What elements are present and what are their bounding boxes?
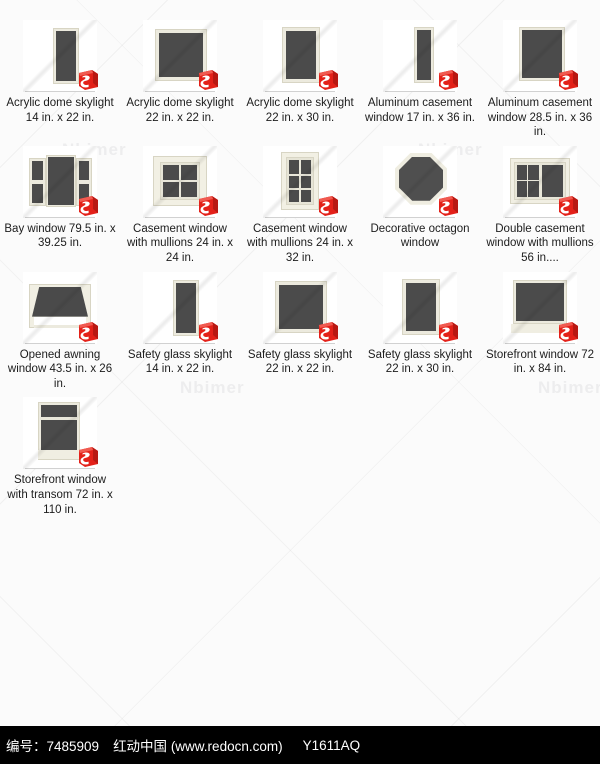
thumbnail-image[interactable] — [503, 271, 578, 344]
thumbnail-caption: Opened awning window 43.5 in. x 26 in. — [7, 348, 113, 390]
thumbnail-image[interactable] — [503, 145, 578, 218]
sketchup-logo-icon — [195, 194, 221, 220]
thumbnail-image[interactable] — [383, 20, 458, 92]
thumbnail-cell[interactable]: Decorative octagon window — [360, 145, 480, 266]
thumbnail-image[interactable] — [263, 271, 338, 344]
sketchup-logo-icon — [195, 68, 221, 94]
thumbnail-image[interactable] — [263, 20, 338, 92]
thumbnail-image[interactable] — [383, 145, 458, 218]
thumbnail-caption: Acrylic dome skylight 22 in. x 22 in. — [126, 97, 234, 124]
footer-code-label: Y1611AQ — [302, 737, 361, 753]
thumbnail-cell[interactable]: Aluminum casement window 28.5 in. x 36 i… — [480, 20, 600, 140]
thumbnail-cell[interactable]: Double casement window with mullions 56 … — [480, 145, 600, 266]
sketchup-logo-icon — [315, 194, 341, 220]
thumbnail-image[interactable] — [503, 20, 578, 92]
sketchup-logo-icon — [75, 194, 101, 220]
thumbnail-caption: Casement window with mullions 24 in. x 2… — [126, 222, 234, 264]
thumbnail-cell[interactable]: Safety glass skylight 14 in. x 22 in. — [120, 271, 240, 392]
thumbnail-caption: Bay window 79.5 in. x 39.25 in. — [4, 222, 116, 250]
thumbnail-caption: Decorative octagon window — [370, 222, 470, 250]
sketchup-logo-icon — [75, 445, 101, 471]
thumbnail-image[interactable] — [23, 271, 98, 344]
sketchup-logo-icon — [555, 194, 581, 220]
thumbnail-caption: Acrylic dome skylight 22 in. x 30 in. — [246, 97, 354, 124]
thumbnail-image[interactable] — [383, 271, 458, 344]
thumbnail-caption: Storefront window 72 in. x 84 in. — [485, 348, 595, 376]
thumbnail-image[interactable] — [143, 145, 218, 218]
thumbnail-cell[interactable]: Acrylic dome skylight 14 in. x 22 in. — [0, 20, 120, 140]
thumbnail-image[interactable] — [23, 20, 98, 92]
thumbnail-cell[interactable]: Acrylic dome skylight 22 in. x 22 in. — [120, 20, 240, 140]
thumbnail-caption: Safety glass skylight 22 in. x 22 in. — [247, 348, 353, 376]
thumbnail-caption: Acrylic dome skylight 14 in. x 22 in. — [6, 97, 114, 124]
thumbnail-cell[interactable]: Casement window with mullions 24 in. x 2… — [120, 145, 240, 266]
sketchup-logo-icon — [315, 320, 341, 346]
thumbnail-image[interactable] — [23, 397, 98, 470]
thumbnail-image[interactable] — [143, 271, 218, 344]
sketchup-logo-icon — [315, 68, 341, 94]
sketchup-logo-icon — [435, 320, 461, 346]
sketchup-logo-icon — [195, 320, 221, 346]
thumbnail-cell[interactable]: Storefront window 72 in. x 84 in. — [480, 271, 600, 392]
sketchup-logo-icon — [435, 68, 461, 94]
thumbnail-caption: Aluminum casement window 28.5 in. x 36 i… — [487, 97, 593, 139]
thumbnail-grid: Acrylic dome skylight 14 in. x 22 in. Acr… — [0, 0, 600, 517]
sketchup-logo-icon — [435, 194, 461, 220]
thumbnail-cell[interactable]: Casement window with mullions 24 in. x 3… — [240, 145, 360, 266]
footer-site-label: 红动中国 (www.redocn.com) — [113, 739, 283, 754]
thumbnail-cell[interactable]: Storefront window with transom 72 in. x … — [0, 397, 120, 517]
thumbnail-cell[interactable]: Opened awning window 43.5 in. x 26 in. — [0, 271, 120, 392]
sketchup-logo-icon — [75, 68, 101, 94]
thumbnail-image[interactable] — [263, 145, 338, 218]
thumbnail-cell[interactable]: Acrylic dome skylight 22 in. x 30 in. — [240, 20, 360, 140]
footer-bar: 编号：7485909 红动中国 (www.redocn.com) Y1611AQ — [0, 726, 600, 764]
thumbnail-cell[interactable]: Aluminum casement window 17 in. x 36 in. — [360, 20, 480, 140]
footer-id-label: 编号：7485909 — [6, 739, 100, 754]
thumbnail-caption: Casement window with mullions 24 in. x 3… — [246, 222, 354, 264]
sketchup-logo-icon — [75, 320, 101, 346]
thumbnail-cell[interactable]: Bay window 79.5 in. x 39.25 in. — [0, 145, 120, 266]
thumbnail-caption: Safety glass skylight 22 in. x 30 in. — [367, 348, 473, 376]
thumbnail-caption: Storefront window with transom 72 in. x … — [7, 474, 113, 516]
thumbnail-cell[interactable]: Safety glass skylight 22 in. x 22 in. — [240, 271, 360, 392]
thumbnail-caption: Aluminum casement window 17 in. x 36 in. — [365, 97, 475, 124]
thumbnail-cell[interactable]: Safety glass skylight 22 in. x 30 in. — [360, 271, 480, 392]
thumbnail-image[interactable] — [23, 145, 98, 218]
thumbnail-caption: Safety glass skylight 14 in. x 22 in. — [127, 348, 233, 376]
sketchup-logo-icon — [555, 68, 581, 94]
sketchup-logo-icon — [555, 320, 581, 346]
thumbnail-gallery-page: Nbimer Nbimer Nbimer Nbimer Acrylic dome… — [0, 0, 600, 764]
thumbnail-caption: Double casement window with mullions 56 … — [486, 222, 594, 264]
thumbnail-image[interactable] — [143, 20, 218, 92]
